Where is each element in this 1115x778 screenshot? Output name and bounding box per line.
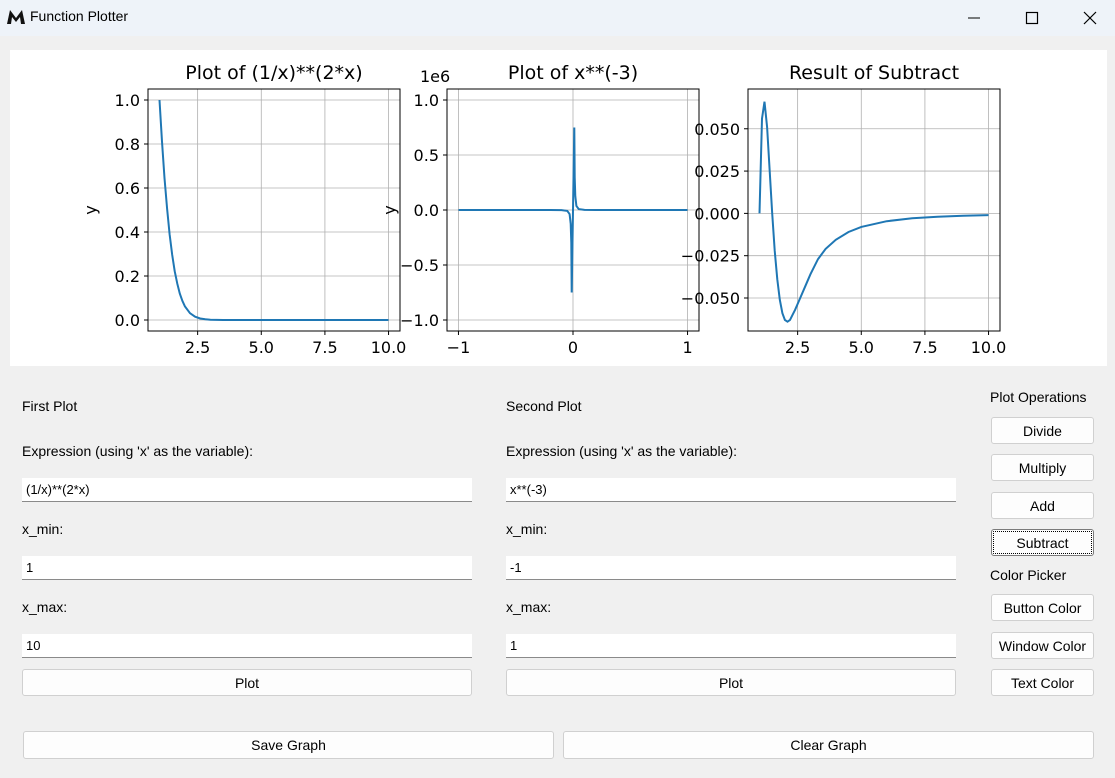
close-button[interactable] [1063, 0, 1115, 36]
chart1-axes-frame [147, 88, 401, 332]
text-color-button[interactable]: Text Color [991, 669, 1094, 696]
multiply-button[interactable]: Multiply [991, 454, 1094, 481]
first-xmin-input[interactable] [22, 556, 472, 580]
first-xmin-label: x_min: [22, 521, 64, 537]
chart1-series-line [158, 99, 389, 321]
chart2-y-tick-label: −1.0 [400, 311, 439, 330]
chart3-x-tick-label: 2.5 [785, 338, 810, 357]
chart2-y-tick-label: 1.0 [414, 91, 439, 110]
chart3-y-tick-label: −0.050 [681, 289, 740, 308]
chart1-x-tick-label: 7.5 [312, 338, 337, 357]
divide-button[interactable]: Divide [991, 417, 1094, 444]
second-expression-input[interactable] [506, 478, 956, 502]
save-graph-button[interactable]: Save Graph [23, 731, 554, 759]
chart1-title: Plot of (1/x)**(2*x) [185, 62, 362, 84]
chart1-x-tick-label: 10.0 [371, 338, 407, 357]
chart3-y-tick-label: −0.025 [681, 247, 740, 266]
chart1-x-tick-label: 2.5 [185, 338, 210, 357]
color-picker-label: Color Picker [990, 567, 1067, 583]
chart1-y-tick-label: 0.6 [115, 179, 140, 198]
first-plot-button[interactable]: Plot [22, 669, 472, 696]
button-color-button[interactable]: Button Color [991, 594, 1094, 621]
minimize-button[interactable] [947, 0, 1001, 36]
chart3-y-tick-label: 0.050 [694, 120, 740, 139]
chart2-y-tick-label: −0.5 [400, 256, 439, 275]
chart3-title: Result of Subtract [789, 62, 959, 84]
first-expression-input[interactable] [22, 478, 472, 502]
chart3-y-tick-label: 0.000 [694, 204, 740, 223]
chart2-title: Plot of x**(-3) [508, 62, 638, 84]
chart2-y-axis-label: y [380, 205, 399, 214]
chart2-x-tick-label: −1 [447, 338, 471, 357]
add-button[interactable]: Add [991, 492, 1094, 519]
window-color-button[interactable]: Window Color [991, 632, 1094, 659]
chart1-y-tick-label: 0.2 [115, 267, 140, 286]
second-xmax-input[interactable] [506, 634, 956, 658]
maximize-button[interactable] [1005, 0, 1059, 36]
chart3-x-tick-label: 10.0 [971, 338, 1007, 357]
clear-graph-button[interactable]: Clear Graph [563, 731, 1094, 759]
chart3-y-tick-label: 0.025 [694, 162, 740, 181]
chart2-offset-label: 1e6 [420, 67, 450, 86]
chart1-y-tick-label: 1.0 [115, 91, 140, 110]
chart1-y-tick-label: 0.4 [115, 223, 140, 242]
plots-figure: 2.5 5.0 7.5 10.00.00.20.40.60.81.0Plot of (… [81, 62, 1007, 357]
title-bar: Function Plotter [0, 0, 1115, 36]
subtract-button[interactable]: Subtract [991, 529, 1094, 556]
chart2-y-tick-label: 0.5 [414, 146, 439, 165]
app-logo-icon [7, 10, 25, 24]
chart2-x-tick-label: 0 [568, 338, 578, 357]
first-xmax-label: x_max: [22, 599, 68, 615]
second-xmin-label: x_min: [506, 521, 548, 537]
chart3-axes-frame [747, 88, 1001, 332]
plot-operations-label: Plot Operations [990, 389, 1087, 405]
chart1-x-tick-label: 5.0 [249, 338, 274, 357]
minimize-icon [968, 17, 980, 19]
first-expression-label: Expression (using 'x' as the variable): [22, 443, 254, 459]
chart1-y-axis-label: y [81, 205, 100, 214]
second-xmin-input[interactable] [506, 556, 956, 580]
second-xmax-label: x_max: [506, 599, 552, 615]
second-plot-button[interactable]: Plot [506, 669, 956, 696]
first-plot-label: First Plot [22, 398, 78, 414]
close-icon [1083, 11, 1097, 25]
maximize-icon [1025, 11, 1039, 25]
second-expression-label: Expression (using 'x' as the variable): [506, 443, 738, 459]
chart1-y-tick-label: 0.0 [115, 311, 140, 330]
chart2-x-tick-label: 1 [682, 338, 692, 357]
first-xmax-input[interactable] [22, 634, 472, 658]
second-plot-label: Second Plot [506, 398, 582, 414]
chart2-series-line [458, 127, 688, 293]
chart3-series-line [758, 101, 989, 323]
window-title: Function Plotter [30, 8, 129, 24]
plot-canvas: 2.5 5.0 7.5 10.0 0.0 0.2 0.4 0.6 0.8 1.0 Plot of (… [10, 50, 1107, 366]
chart2-y-tick-label: 0.0 [414, 201, 439, 220]
chart3-x-tick-label: 5.0 [849, 338, 874, 357]
chart1-y-tick-label: 0.8 [115, 135, 140, 154]
chart3-x-tick-label: 7.5 [912, 338, 937, 357]
